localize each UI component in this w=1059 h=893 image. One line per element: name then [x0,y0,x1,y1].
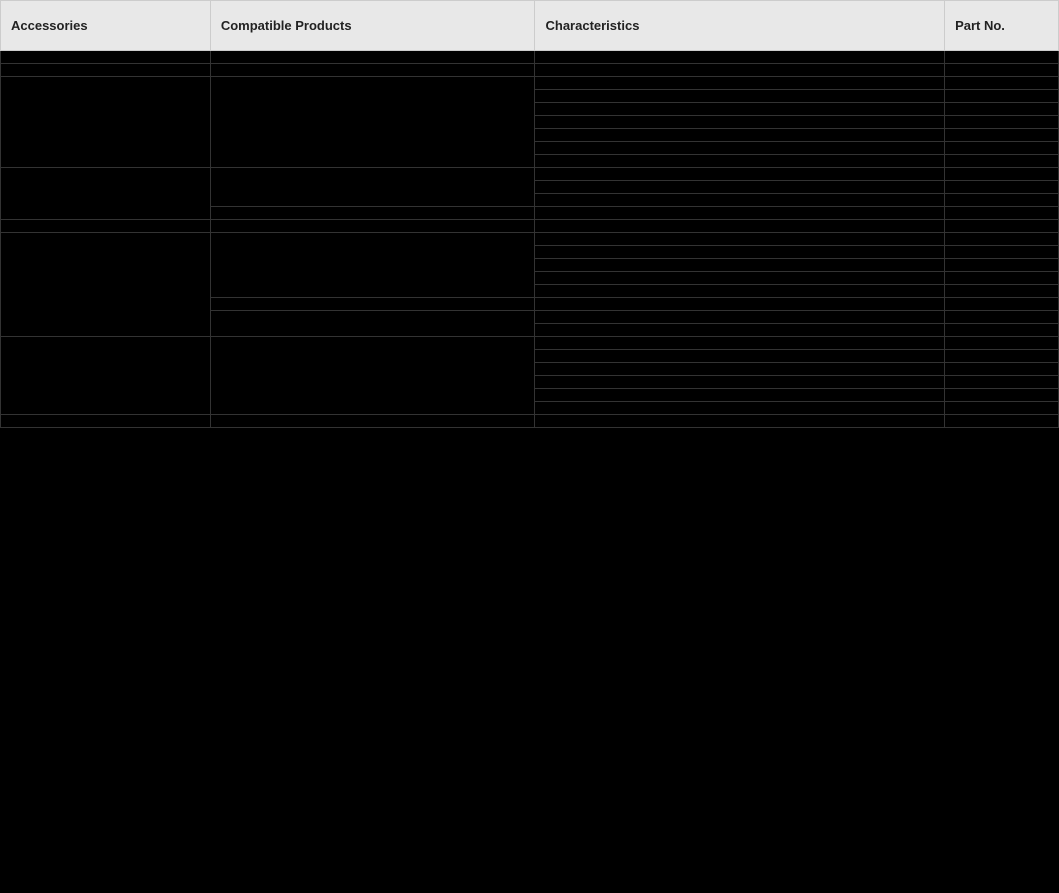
cell-accessories [1,233,211,337]
cell-accessories [1,51,211,64]
cell-characteristics [535,207,945,220]
cell-part-no [945,220,1059,233]
cell-part-no [945,51,1059,64]
cell-compatible [210,220,535,233]
cell-characteristics [535,116,945,129]
table-row [1,51,1059,64]
table-row [1,77,1059,90]
cell-part-no [945,298,1059,311]
table-row [1,64,1059,77]
cell-compatible [210,207,535,220]
cell-part-no [945,233,1059,246]
cell-characteristics [535,155,945,168]
cell-part-no [945,181,1059,194]
cell-part-no [945,272,1059,285]
cell-part-no [945,246,1059,259]
cell-characteristics [535,298,945,311]
cell-characteristics [535,64,945,77]
cell-compatible [210,311,535,337]
cell-characteristics [535,77,945,90]
cell-characteristics [535,194,945,207]
table-row [1,220,1059,233]
cell-part-no [945,259,1059,272]
cell-characteristics [535,389,945,402]
cell-part-no [945,64,1059,77]
cell-part-no [945,90,1059,103]
cell-compatible [210,168,535,207]
cell-part-no [945,129,1059,142]
cell-characteristics [535,142,945,155]
cell-part-no [945,155,1059,168]
table-row [1,233,1059,246]
cell-characteristics [535,350,945,363]
cell-characteristics [535,168,945,181]
table-row [1,337,1059,350]
cell-characteristics [535,402,945,415]
cell-characteristics [535,259,945,272]
cell-accessories [1,337,211,415]
cell-compatible [210,64,535,77]
cell-part-no [945,194,1059,207]
cell-part-no [945,363,1059,376]
cell-part-no [945,389,1059,402]
cell-characteristics [535,90,945,103]
cell-characteristics [535,220,945,233]
cell-characteristics [535,324,945,337]
col-header-part-no: Part No. [945,1,1059,51]
cell-characteristics [535,129,945,142]
cell-part-no [945,103,1059,116]
cell-part-no [945,77,1059,90]
cell-part-no [945,324,1059,337]
cell-accessories [1,168,211,220]
cell-part-no [945,311,1059,324]
cell-part-no [945,207,1059,220]
accessories-table: Accessories Compatible Products Characte… [0,0,1059,428]
cell-accessories [1,64,211,77]
cell-characteristics [535,363,945,376]
cell-characteristics [535,233,945,246]
cell-part-no [945,350,1059,363]
cell-part-no [945,376,1059,389]
cell-compatible [210,233,535,298]
table-row [1,168,1059,181]
cell-characteristics [535,376,945,389]
cell-compatible [210,337,535,415]
cell-characteristics [535,415,945,428]
cell-compatible [210,51,535,64]
cell-part-no [945,285,1059,298]
cell-characteristics [535,246,945,259]
table-row [1,415,1059,428]
cell-characteristics [535,311,945,324]
cell-characteristics [535,51,945,64]
cell-accessories [1,415,211,428]
cell-characteristics [535,285,945,298]
cell-accessories [1,220,211,233]
cell-part-no [945,116,1059,129]
cell-part-no [945,402,1059,415]
cell-characteristics [535,337,945,350]
col-header-compatible-products: Compatible Products [210,1,535,51]
col-header-characteristics: Characteristics [535,1,945,51]
col-header-accessories: Accessories [1,1,211,51]
cell-part-no [945,337,1059,350]
cell-compatible [210,77,535,168]
cell-part-no [945,415,1059,428]
cell-characteristics [535,272,945,285]
table-header-row: Accessories Compatible Products Characte… [1,1,1059,51]
cell-characteristics [535,103,945,116]
cell-part-no [945,142,1059,155]
cell-characteristics [535,181,945,194]
cell-compatible [210,298,535,311]
cell-compatible [210,415,535,428]
cell-accessories [1,77,211,168]
cell-part-no [945,168,1059,181]
